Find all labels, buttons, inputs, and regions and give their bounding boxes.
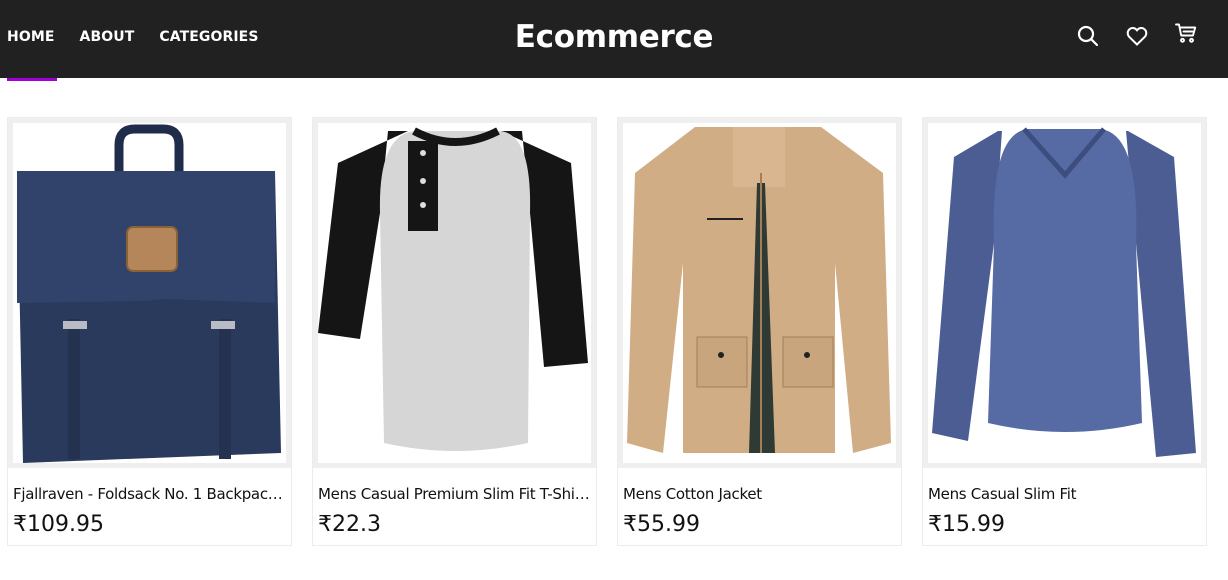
product-price: ₹22.3 (318, 512, 381, 537)
product-image-backpack[interactable] (8, 118, 291, 468)
active-tab-underline (7, 78, 57, 81)
heart-icon[interactable] (1125, 24, 1149, 48)
product-title[interactable]: Mens Casual Premium Slim Fit T-Shirts (318, 485, 590, 503)
product-price: ₹15.99 (928, 512, 1005, 537)
product-title[interactable]: Mens Cotton Jacket (623, 485, 895, 503)
product-price: ₹109.95 (13, 512, 104, 537)
product-title[interactable]: Mens Casual Slim Fit (928, 485, 1200, 503)
product-card[interactable]: Mens Casual Slim Fit ₹15.99 (922, 117, 1207, 546)
search-icon[interactable] (1076, 24, 1100, 48)
product-card[interactable]: Mens Casual Premium Slim Fit T-Shirts ₹2… (312, 117, 597, 546)
product-image-jacket[interactable] (618, 118, 901, 468)
nav-categories-link[interactable]: CATEGORIES (159, 29, 258, 45)
nav-about-link[interactable]: ABOUT (80, 29, 135, 45)
product-card[interactable]: Fjallraven - Foldsack No. 1 Backpack, Fi… (7, 117, 292, 546)
product-image-tshirt[interactable] (313, 118, 596, 468)
product-price: ₹55.99 (623, 512, 700, 537)
product-title[interactable]: Fjallraven - Foldsack No. 1 Backpack, Fi… (13, 485, 285, 503)
cart-icon[interactable] (1174, 21, 1198, 45)
nav-links: HOME ABOUT CATEGORIES (7, 29, 284, 45)
product-image-longsleeve[interactable] (923, 118, 1206, 468)
navbar: HOME ABOUT CATEGORIES Ecommerce (0, 0, 1228, 78)
product-card[interactable]: Mens Cotton Jacket ₹55.99 (617, 117, 902, 546)
product-grid: Fjallraven - Foldsack No. 1 Backpack, Fi… (7, 117, 1221, 547)
nav-icons (1068, 21, 1228, 50)
nav-home-link[interactable]: HOME (7, 29, 55, 45)
